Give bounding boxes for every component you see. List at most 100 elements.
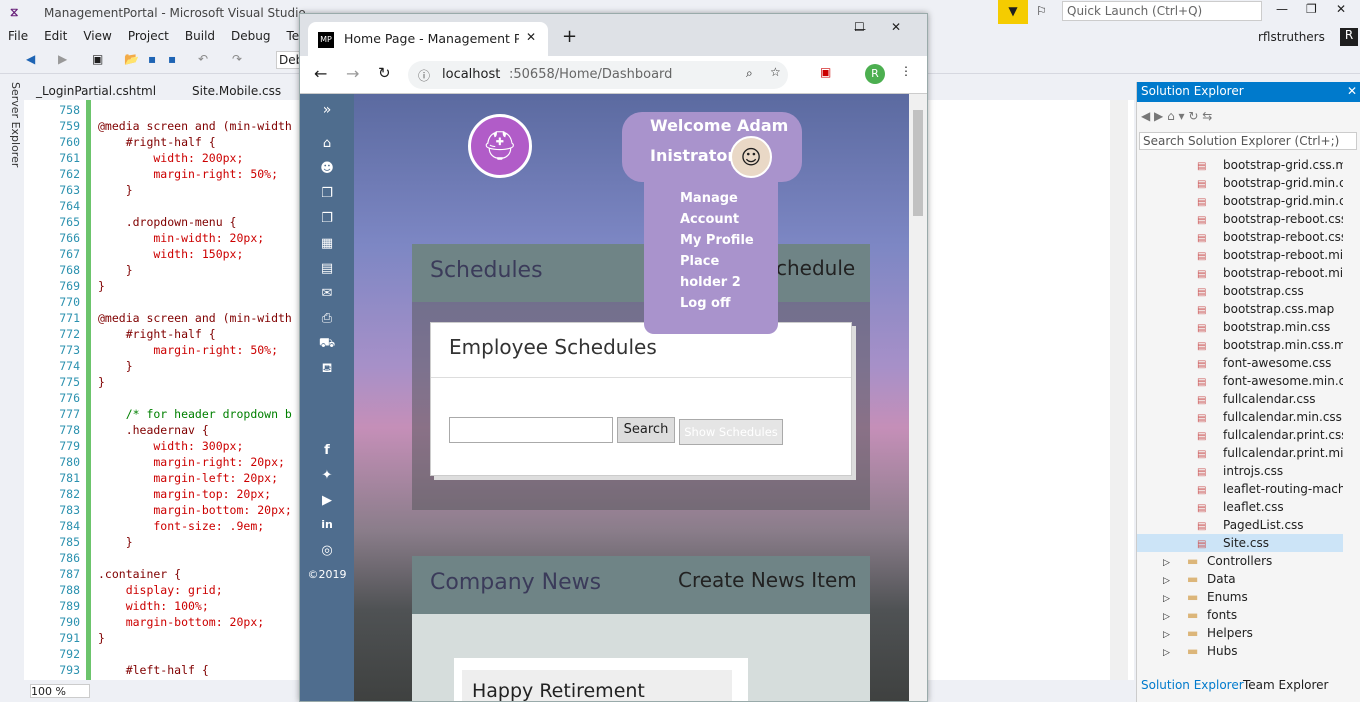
folder-item[interactable]: ▷ ▬ Helpers	[1137, 624, 1343, 642]
folder-item[interactable]: ▷ ▬ Controllers	[1137, 552, 1343, 570]
close-icon[interactable]: ✕	[1336, 2, 1346, 16]
file-item[interactable]: ▤ bootstrap-grid.css.map	[1137, 156, 1343, 174]
home-icon[interactable]: ⌂	[300, 136, 354, 151]
file-item[interactable]: ▤ bootstrap-grid.min.css	[1137, 174, 1343, 192]
files-icon[interactable]: ❐	[300, 186, 354, 201]
quick-launch-input[interactable]: Quick Launch (Ctrl+Q)	[1062, 1, 1262, 21]
file-item[interactable]: ▤ bootstrap.min.css	[1137, 318, 1343, 336]
user-avatar[interactable]: R	[1340, 28, 1358, 46]
browser-restore-icon[interactable]: ☐	[854, 20, 865, 34]
solution-search-input[interactable]: Search Solution Explorer (Ctrl+;)	[1139, 132, 1357, 150]
tab-login-partial[interactable]: _LoginPartial.cshtml	[36, 84, 156, 98]
close-icon[interactable]: ✕	[1347, 84, 1357, 98]
youtube-icon[interactable]: ▶	[300, 493, 354, 508]
back-icon[interactable]: ◀	[26, 52, 35, 66]
newspaper-icon[interactable]: ▤	[300, 261, 354, 276]
create-news-link[interactable]: Create News Item	[678, 568, 857, 592]
reload-icon[interactable]: ↻	[378, 64, 391, 82]
server-explorer-tab[interactable]: Server Explorer	[2, 82, 22, 182]
file-item[interactable]: ▤ bootstrap-reboot.min.	[1137, 246, 1343, 264]
menu-item[interactable]: holder 2	[680, 272, 776, 293]
info-icon[interactable]: ⓘ	[418, 67, 430, 84]
car-icon[interactable]: ⛟	[300, 336, 354, 353]
users-icon[interactable]: ☻	[300, 161, 354, 176]
menu-item[interactable]: Account	[680, 209, 776, 230]
instagram-icon[interactable]: ◎	[300, 543, 354, 558]
browser-back-icon[interactable]: ←	[314, 64, 327, 83]
file-item[interactable]: ▤ bootstrap-reboot.css	[1137, 210, 1343, 228]
expand-arrow-icon[interactable]: ▷	[1163, 554, 1175, 570]
file-item[interactable]: ▤ Site.css	[1137, 534, 1343, 552]
folder-item[interactable]: ▷ ▬ fonts	[1137, 606, 1343, 624]
calendar-icon[interactable]: ▦	[300, 236, 354, 251]
browser-close-icon[interactable]: ✕	[891, 20, 901, 34]
zoom-select[interactable]: 100 %	[30, 684, 90, 698]
menu-item[interactable]: Log off	[680, 293, 776, 314]
zoom-icon[interactable]: ⌕	[746, 66, 753, 81]
schedule-search-input[interactable]	[449, 417, 613, 443]
tab-site-mobile[interactable]: Site.Mobile.css	[192, 84, 281, 98]
folder-item[interactable]: ▷ ▬ Hubs	[1137, 642, 1343, 660]
expand-arrow-icon[interactable]: ▷	[1163, 608, 1175, 624]
expand-icon[interactable]: »	[300, 102, 354, 118]
menu-project[interactable]: Project	[120, 26, 177, 46]
file-item[interactable]: ▤ bootstrap-reboot.css.m	[1137, 228, 1343, 246]
extension-icon[interactable]: ▣	[820, 65, 831, 79]
news-card[interactable]: Happy Retirement	[454, 658, 748, 701]
folder-item[interactable]: ▷ ▬ Enums	[1137, 588, 1343, 606]
file-item[interactable]: ▤ bootstrap.css	[1137, 282, 1343, 300]
menu-file[interactable]: File	[0, 26, 36, 46]
bookmark-icon[interactable]: ☆	[770, 65, 781, 79]
linkedin-icon[interactable]: in	[300, 518, 354, 531]
file-item[interactable]: ▤ leaflet-routing-machin	[1137, 480, 1343, 498]
redo-icon[interactable]: ↷	[232, 52, 242, 66]
file-item[interactable]: ▤ bootstrap-reboot.min.	[1137, 264, 1343, 282]
new-tab-icon[interactable]: +	[562, 26, 577, 47]
file-item[interactable]: ▤ PagedList.css	[1137, 516, 1343, 534]
menu-view[interactable]: View	[75, 26, 119, 46]
scrollbar-thumb[interactable]	[913, 110, 923, 216]
file-item[interactable]: ▤ introjs.css	[1137, 462, 1343, 480]
facebook-icon[interactable]: f	[300, 443, 354, 458]
file-item[interactable]: ▤ fullcalendar.min.css	[1137, 408, 1343, 426]
browser-forward-icon[interactable]: →	[346, 64, 359, 83]
maximize-icon[interactable]: ❐	[1306, 2, 1317, 16]
undo-icon[interactable]: ↶	[198, 52, 208, 66]
tab-team-explorer[interactable]: Team Explorer	[1243, 678, 1329, 692]
search-button[interactable]: Search	[617, 417, 675, 443]
filter-icon[interactable]: ▼	[998, 0, 1028, 24]
twitter-icon[interactable]: ✦	[300, 468, 354, 483]
documents-icon[interactable]: ❐	[300, 211, 354, 226]
tab-close-icon[interactable]: ✕	[526, 30, 536, 44]
welcome-box[interactable]: Welcome Adam Inistrator ☺	[622, 112, 802, 182]
menu-item[interactable]: Place	[680, 251, 776, 272]
avatar[interactable]: ☺	[730, 136, 772, 178]
tab-solution-explorer[interactable]: Solution Explorer	[1141, 678, 1244, 692]
save-icon[interactable]: ▪	[148, 52, 156, 66]
add-schedule-link[interactable]: chedule	[776, 256, 855, 280]
debug-config-select[interactable]: Deb	[276, 51, 303, 69]
feedback-icon[interactable]: ⚐	[1036, 4, 1047, 18]
new-project-icon[interactable]: ▣	[92, 52, 103, 66]
browser-tab[interactable]: MP Home Page - Management Porta ✕	[308, 22, 548, 56]
menu-debug[interactable]: Debug	[223, 26, 278, 46]
file-item[interactable]: ▤ fullcalendar.css	[1137, 390, 1343, 408]
expand-arrow-icon[interactable]: ▷	[1163, 572, 1175, 588]
file-item[interactable]: ▤ bootstrap.min.css.map	[1137, 336, 1343, 354]
url-bar[interactable]: ⓘ localhost :50658/Home/Dashboard ⌕ ☆	[408, 61, 788, 89]
browser-scrollbar[interactable]	[909, 94, 927, 701]
menu-item[interactable]: My Profile	[680, 230, 776, 251]
save-all-icon[interactable]: ▪	[168, 52, 176, 66]
print-icon[interactable]: ⎙	[300, 311, 354, 326]
file-item[interactable]: ▤ leaflet.css	[1137, 498, 1343, 516]
menu-edit[interactable]: Edit	[36, 26, 75, 46]
file-item[interactable]: ▤ bootstrap-grid.min.css	[1137, 192, 1343, 210]
open-icon[interactable]: 📂	[124, 52, 139, 66]
minimize-icon[interactable]: —	[1276, 2, 1288, 16]
profile-avatar[interactable]: R	[865, 64, 885, 84]
file-item[interactable]: ▤ font-awesome.min.css	[1137, 372, 1343, 390]
logo-worker-icon[interactable]: ⛑	[468, 114, 532, 178]
forward-icon[interactable]: ▶	[58, 52, 67, 66]
cart-icon[interactable]: ⛾	[300, 361, 354, 378]
chat-icon[interactable]: ✉	[300, 286, 354, 301]
